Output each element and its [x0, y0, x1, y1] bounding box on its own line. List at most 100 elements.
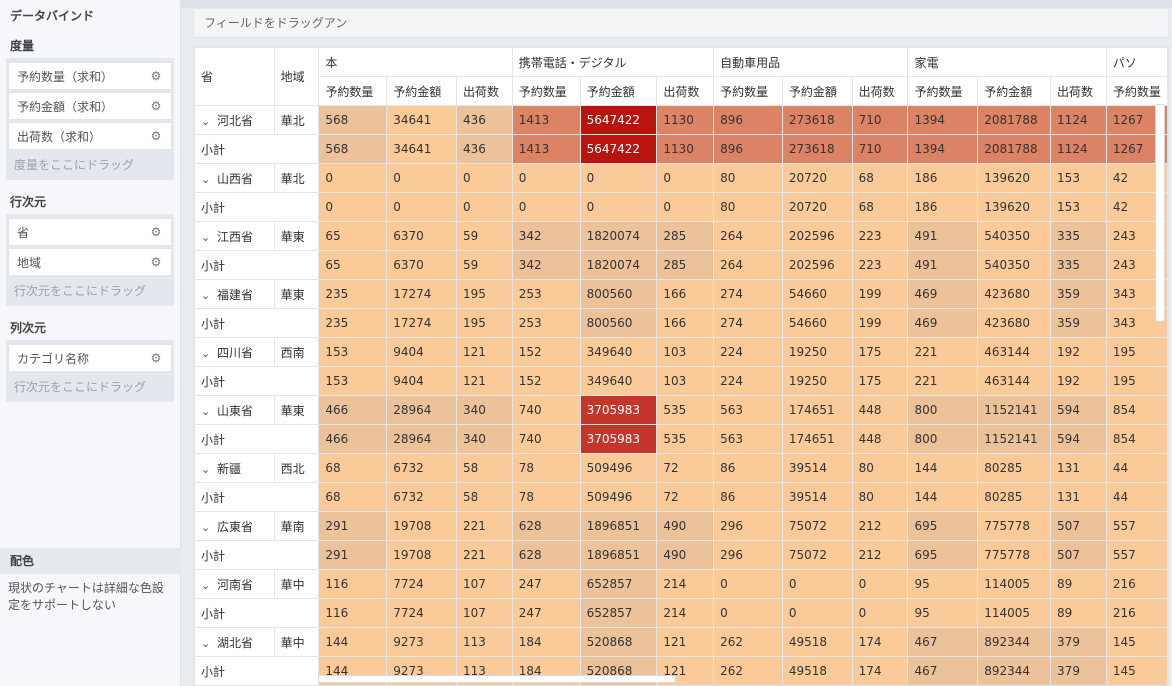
subtotal-value-cell[interactable]: 107 [455, 598, 513, 628]
value-cell[interactable]: 107 [455, 569, 513, 599]
value-cell[interactable]: 264 [713, 221, 783, 251]
measure-header[interactable]: 予約金額 [386, 76, 457, 106]
value-cell[interactable]: 1394 [907, 105, 979, 135]
category-header[interactable]: 本 [318, 47, 513, 77]
subtotal-value-cell[interactable]: 1124 [1050, 134, 1107, 164]
value-cell[interactable]: 131 [1050, 453, 1107, 483]
subtotal-value-cell[interactable]: 221 [907, 366, 979, 396]
column-field-category[interactable]: カテゴリ名称 ⚙ [8, 344, 172, 372]
chevron-down-icon[interactable]: ⌄ [201, 521, 217, 534]
province-cell[interactable]: ⌄ 広東省 [194, 511, 275, 541]
subtotal-value-cell[interactable]: 19708 [386, 540, 457, 570]
subtotal-value-cell[interactable]: 710 [851, 134, 909, 164]
gear-icon[interactable]: ⚙ [149, 351, 163, 365]
subtotal-value-cell[interactable]: 68 [851, 192, 909, 222]
subtotal-value-cell[interactable]: 469 [907, 308, 979, 338]
subtotal-value-cell[interactable]: 800560 [579, 308, 658, 338]
value-cell[interactable]: 285 [656, 221, 715, 251]
subtotal-value-cell[interactable]: 0 [781, 598, 853, 628]
subtotal-value-cell[interactable]: 0 [851, 598, 909, 628]
value-cell[interactable]: 507 [1050, 511, 1107, 541]
value-cell[interactable]: 153 [318, 337, 388, 367]
measures-dropzone[interactable]: 予約数量（求和） ⚙ 予約金額（求和） ⚙ 出荷数（求和） ⚙ 度量をここにドラ… [6, 58, 174, 180]
province-cell[interactable]: ⌄ 湖北省 [194, 627, 275, 657]
subtotal-value-cell[interactable]: 568 [318, 134, 388, 164]
value-cell[interactable]: 775778 [977, 511, 1052, 541]
subtotal-value-cell[interactable]: 854 [1105, 424, 1168, 454]
value-cell[interactable]: 224 [713, 337, 783, 367]
value-cell[interactable]: 253 [511, 279, 581, 309]
value-cell[interactable]: 139620 [977, 163, 1052, 193]
subtotal-value-cell[interactable]: 652857 [579, 598, 658, 628]
row-field-province[interactable]: 省 ⚙ [8, 218, 172, 246]
value-cell[interactable]: 557 [1105, 511, 1168, 541]
value-cell[interactable]: 175 [851, 337, 909, 367]
value-cell[interactable]: 145 [1105, 627, 1168, 657]
subtotal-value-cell[interactable]: 20720 [781, 192, 853, 222]
horizontal-scrollbar[interactable] [318, 675, 676, 683]
subtotal-value-cell[interactable]: 466 [318, 424, 388, 454]
value-cell[interactable]: 0 [656, 163, 715, 193]
value-cell[interactable]: 9273 [386, 627, 457, 657]
subtotal-value-cell[interactable]: 285 [656, 250, 715, 280]
value-cell[interactable]: 340 [455, 395, 513, 425]
subtotal-value-cell[interactable]: 223 [851, 250, 909, 280]
subtotal-value-cell[interactable]: 58 [455, 482, 513, 512]
subtotal-value-cell[interactable]: 145 [1105, 656, 1168, 685]
subtotal-value-cell[interactable]: 491 [907, 250, 979, 280]
subtotal-value-cell[interactable]: 340 [455, 424, 513, 454]
gear-icon[interactable]: ⚙ [149, 129, 163, 143]
value-cell[interactable]: 144 [318, 627, 388, 657]
subtotal-value-cell[interactable]: 3705983 [579, 424, 658, 454]
subtotal-value-cell[interactable]: 195 [1105, 366, 1168, 396]
subtotal-value-cell[interactable]: 175 [851, 366, 909, 396]
value-cell[interactable]: 174651 [781, 395, 853, 425]
value-cell[interactable]: 296 [713, 511, 783, 541]
value-cell[interactable]: 86 [713, 453, 783, 483]
value-cell[interactable]: 221 [907, 337, 979, 367]
subtotal-value-cell[interactable]: 349640 [579, 366, 658, 396]
subtotal-value-cell[interactable]: 342 [511, 250, 581, 280]
subtotal-value-cell[interactable]: 535 [656, 424, 715, 454]
value-cell[interactable]: 121 [656, 627, 715, 657]
subtotal-value-cell[interactable]: 335 [1050, 250, 1107, 280]
value-cell[interactable]: 568 [318, 105, 388, 135]
subtotal-value-cell[interactable]: 557 [1105, 540, 1168, 570]
subtotal-value-cell[interactable]: 202596 [781, 250, 853, 280]
subtotal-value-cell[interactable]: 1130 [656, 134, 715, 164]
subtotal-value-cell[interactable]: 0 [579, 192, 658, 222]
subtotal-value-cell[interactable]: 273618 [781, 134, 853, 164]
value-cell[interactable]: 800560 [579, 279, 658, 309]
measure-header[interactable]: 予約数量 [713, 76, 783, 106]
value-cell[interactable]: 68 [318, 453, 388, 483]
category-header[interactable]: パソ [1105, 47, 1168, 77]
subtotal-value-cell[interactable]: 359 [1050, 308, 1107, 338]
value-cell[interactable]: 221 [455, 511, 513, 541]
chevron-down-icon[interactable]: ⌄ [201, 637, 217, 650]
subtotal-value-cell[interactable]: 199 [851, 308, 909, 338]
value-cell[interactable]: 34641 [386, 105, 457, 135]
chevron-down-icon[interactable]: ⌄ [201, 463, 217, 476]
row-field-region[interactable]: 地域 ⚙ [8, 248, 172, 276]
measure-header[interactable]: 出荷数 [455, 76, 513, 106]
subtotal-value-cell[interactable]: 1896851 [579, 540, 658, 570]
value-cell[interactable]: 535 [656, 395, 715, 425]
province-cell[interactable]: ⌄ 河北省 [194, 105, 275, 135]
value-cell[interactable]: 291 [318, 511, 388, 541]
value-cell[interactable]: 379 [1050, 627, 1107, 657]
value-cell[interactable]: 436 [455, 105, 513, 135]
value-cell[interactable]: 491 [907, 221, 979, 251]
value-cell[interactable]: 72 [656, 453, 715, 483]
value-cell[interactable]: 1413 [511, 105, 581, 135]
subtotal-value-cell[interactable]: 34641 [386, 134, 457, 164]
subtotal-value-cell[interactable]: 463144 [977, 366, 1052, 396]
value-cell[interactable]: 223 [851, 221, 909, 251]
value-cell[interactable]: 192 [1050, 337, 1107, 367]
value-cell[interactable]: 628 [511, 511, 581, 541]
subtotal-value-cell[interactable]: 540350 [977, 250, 1052, 280]
subtotal-value-cell[interactable]: 59 [455, 250, 513, 280]
value-cell[interactable]: 59 [455, 221, 513, 251]
value-cell[interactable]: 854 [1105, 395, 1168, 425]
subtotal-value-cell[interactable]: 0 [713, 598, 783, 628]
subtotal-value-cell[interactable]: 235 [318, 308, 388, 338]
